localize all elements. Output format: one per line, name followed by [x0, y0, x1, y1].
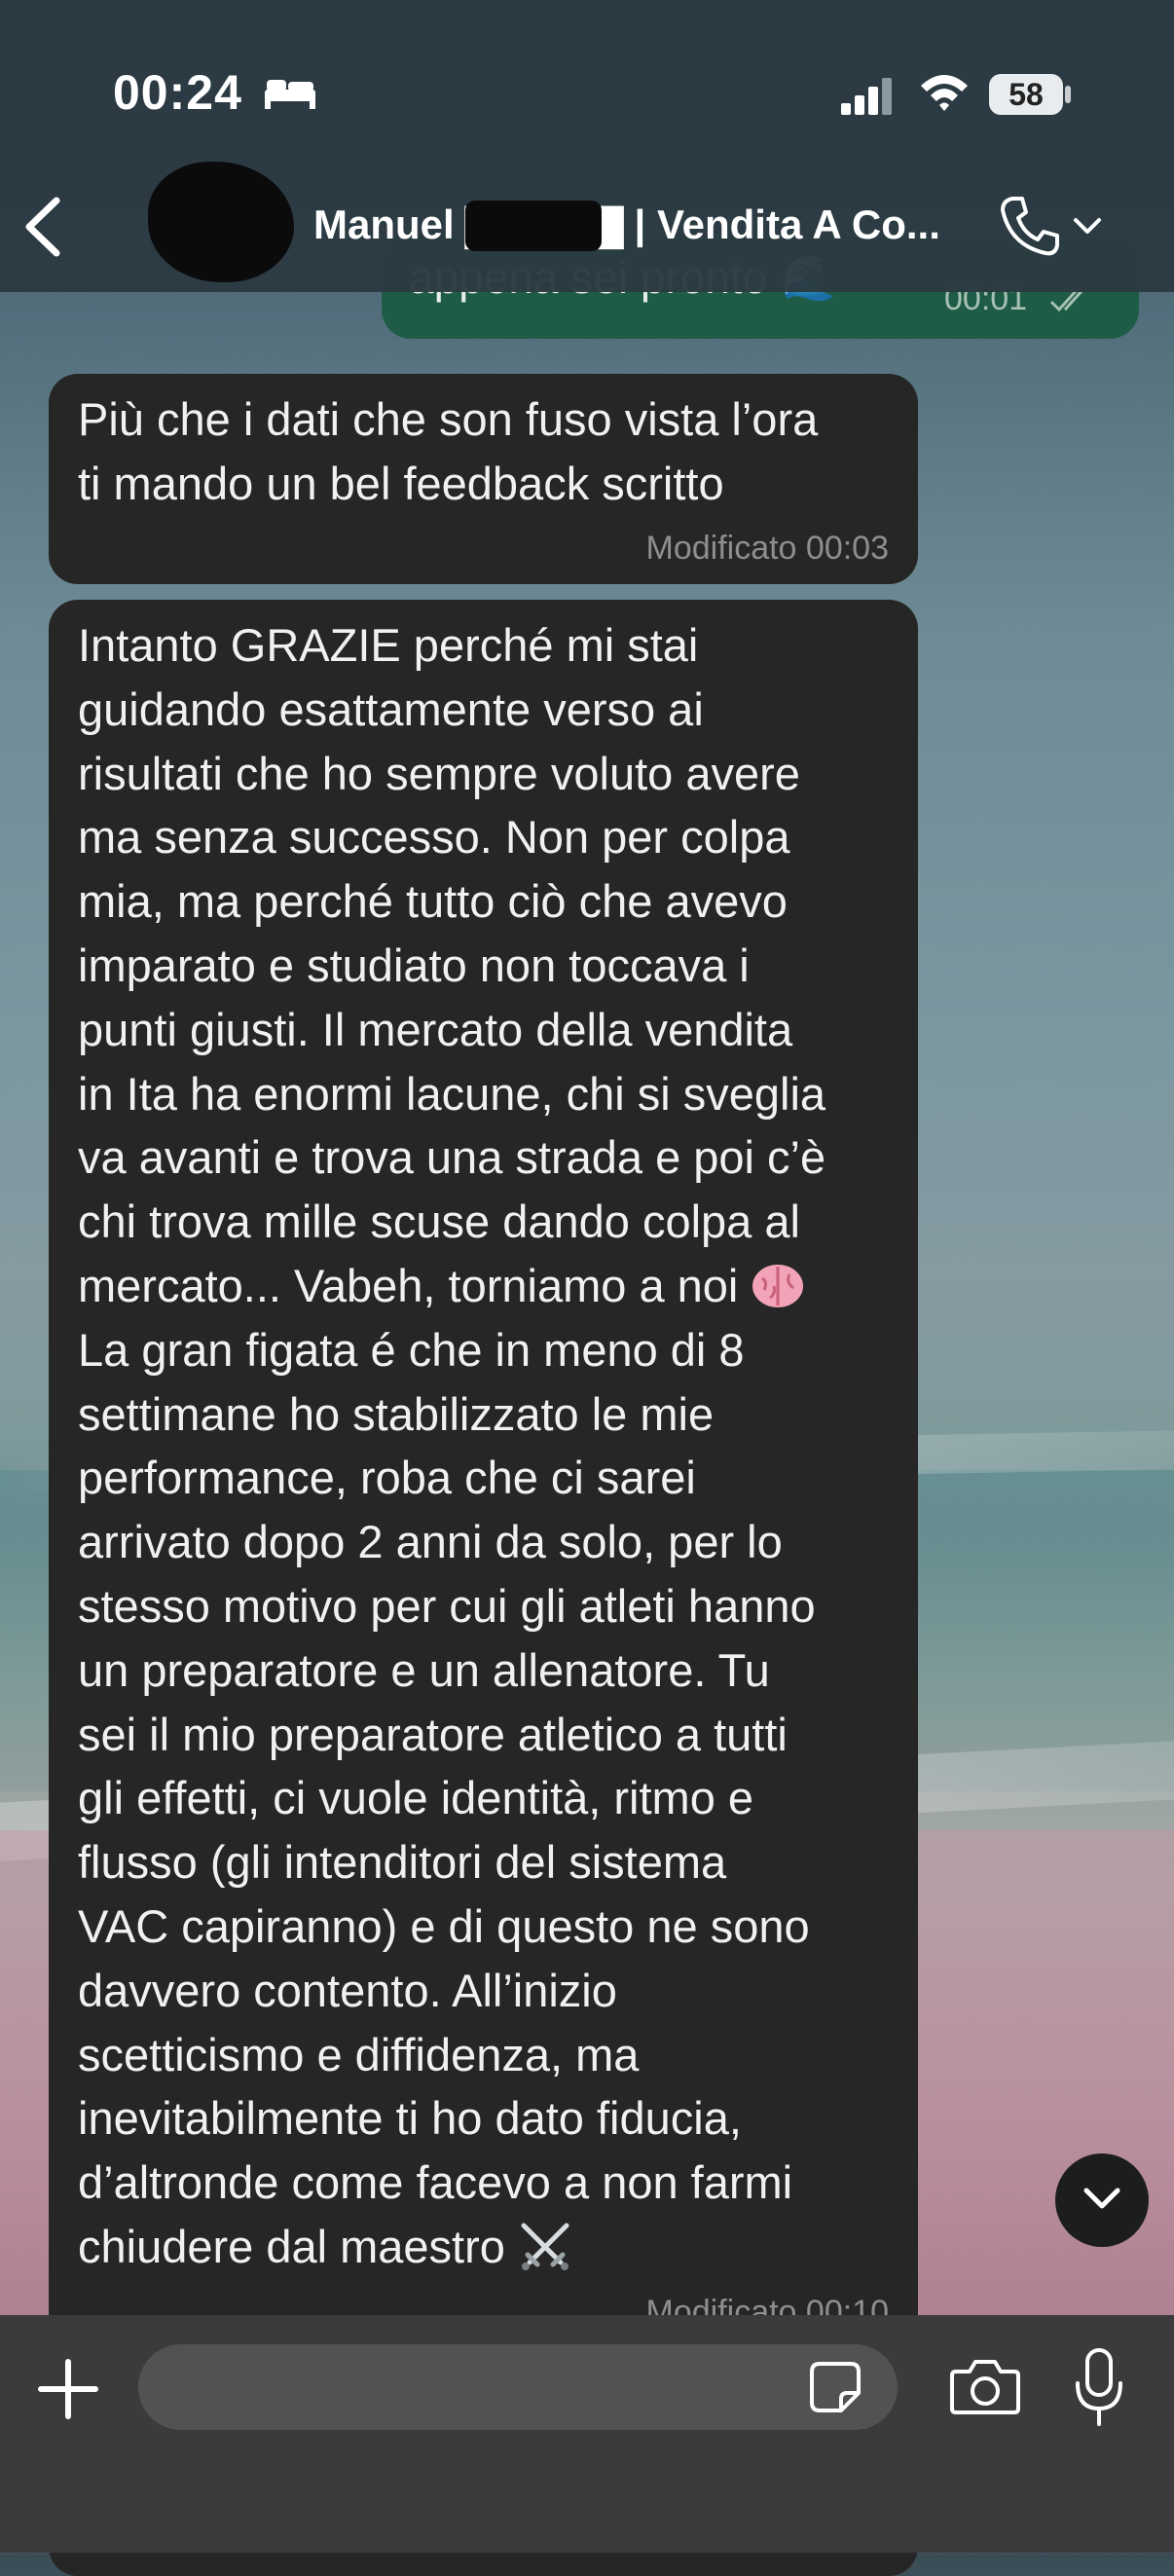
message-text: Più che i dati che son fuso vista l’ora …	[78, 393, 819, 509]
message-text: Intanto GRAZIE perché mi stai guidando e…	[78, 613, 899, 2279]
incoming-message-bubble[interactable]: Intanto GRAZIE perché mi stai guidando e…	[49, 600, 918, 2576]
chevron-down-icon	[1083, 2188, 1120, 2209]
redaction-mark	[465, 201, 602, 251]
message-text-part: Intanto GRAZIE perché mi stai guidando e…	[78, 619, 826, 1311]
battery-icon: 58	[989, 74, 1063, 115]
scroll-down-button[interactable]	[1055, 2153, 1149, 2247]
mic-icon[interactable]	[1073, 2346, 1125, 2430]
message-input-bar	[0, 2315, 1174, 2553]
chevron-down-icon[interactable]	[1073, 216, 1102, 238]
avatar[interactable]	[148, 162, 294, 282]
status-time: 00:24	[113, 65, 242, 120]
plus-icon[interactable]	[37, 2358, 99, 2420]
contact-name[interactable]: Manuel ▇▇▇▇▇ | Vendita A Co...	[313, 201, 940, 248]
signal-icon	[841, 78, 892, 115]
message-meta: Modificato 00:03	[645, 530, 890, 567]
message-input[interactable]	[138, 2344, 898, 2430]
bed-icon	[265, 80, 315, 109]
battery-tip	[1065, 86, 1071, 103]
incoming-message-bubble[interactable]: Più che i dati che son fuso vista l’ora …	[49, 374, 918, 584]
crossed-swords-emoji	[521, 2223, 569, 2270]
brain-emoji	[752, 1264, 804, 1307]
camera-icon[interactable]	[950, 2356, 1020, 2416]
chat-header: 00:24 58 Manuel ▇▇▇▇▇ | Vendita A Co...	[0, 0, 1174, 292]
back-icon[interactable]	[19, 195, 64, 259]
wifi-icon	[921, 75, 968, 111]
sticker-icon[interactable]	[808, 2360, 862, 2414]
message-text-part: La gran figata é che in meno di 8 settim…	[78, 1323, 816, 2272]
phone-icon[interactable]	[999, 195, 1059, 257]
